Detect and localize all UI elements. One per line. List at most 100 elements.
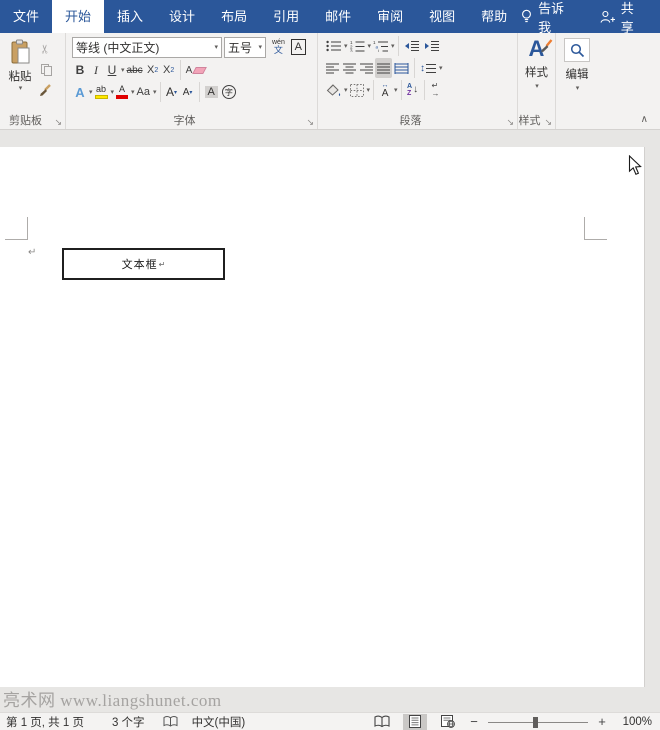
strikethrough-button[interactable]: abc — [125, 60, 145, 80]
text-box-text: 文本框 — [122, 256, 158, 272]
subscript-button[interactable]: X2 — [145, 60, 161, 80]
superscript-button[interactable]: X2 — [161, 60, 177, 80]
line-spacing-button[interactable]: ↕ — [418, 58, 438, 78]
shrink-font-button[interactable]: A▾ — [180, 82, 196, 102]
tab-insert[interactable]: 插入 — [104, 0, 156, 33]
text-effects-button[interactable]: A — [72, 82, 88, 102]
zoom-slider-track — [488, 722, 588, 723]
change-case-dropdown[interactable]: ▾ — [153, 88, 157, 96]
character-shading-button[interactable]: A — [203, 82, 220, 102]
distributed-icon — [394, 63, 409, 74]
enclose-characters-button[interactable]: 字 — [220, 82, 238, 102]
font-dialog-launcher[interactable]: ↘ — [306, 118, 314, 127]
format-painter-button[interactable] — [37, 82, 54, 99]
distributed-button[interactable] — [392, 58, 411, 78]
numbering-icon: 123 — [350, 40, 365, 52]
zoom-out-button[interactable]: − — [469, 714, 479, 729]
tab-home[interactable]: 开始 — [52, 0, 104, 33]
tab-layout[interactable]: 布局 — [208, 0, 260, 33]
page-number-indicator[interactable]: 第 1 页, 共 1 页 — [6, 714, 84, 730]
lightbulb-icon — [520, 9, 533, 24]
read-mode-icon — [374, 715, 390, 728]
down-arrow-icon: ↓ — [413, 85, 418, 95]
tab-file[interactable]: 文件 — [0, 0, 52, 33]
grow-font-button[interactable]: A▾ — [164, 82, 180, 102]
font-color-button[interactable]: A — [114, 82, 130, 102]
decrease-indent-button[interactable] — [402, 36, 422, 56]
font-name-combobox[interactable]: 等线 (中文正文) ▾ — [72, 37, 222, 58]
align-center-button[interactable] — [341, 58, 358, 78]
brush-icon — [540, 39, 553, 54]
zoom-in-button[interactable]: + — [597, 714, 607, 729]
svg-text:i: i — [378, 49, 379, 52]
tell-me-button[interactable]: 告诉我 — [520, 0, 574, 36]
print-layout-button[interactable] — [403, 714, 427, 730]
shading-dropdown[interactable]: ▾ — [344, 86, 348, 94]
text-box[interactable]: 文本框 ↵ — [62, 248, 225, 280]
language-indicator[interactable]: 中文(中国) — [192, 714, 246, 730]
underline-button[interactable]: U — [104, 60, 120, 80]
tab-view[interactable]: 视图 — [416, 0, 468, 33]
share-button[interactable]: 共享 — [600, 0, 644, 36]
italic-button[interactable]: I — [88, 60, 104, 80]
multilevel-list-button[interactable]: 1ai — [371, 36, 390, 56]
clipboard-group: 粘贴 ▾ ✂ 剪贴板 ↘ — [0, 33, 66, 129]
copy-button[interactable] — [37, 61, 54, 78]
increase-indent-button[interactable] — [422, 36, 442, 56]
collapse-ribbon-button[interactable]: ∧ — [641, 114, 648, 125]
document-area: ↵ 文本框 ↵ 亮术网 www.liangshunet.com — [0, 130, 660, 712]
font-size-combobox[interactable]: 五号 ▾ — [224, 37, 266, 58]
scissors-icon: ✂ — [39, 43, 53, 53]
phonetic-guide-button[interactable]: wén文 — [270, 37, 287, 57]
font-group: 等线 (中文正文) ▾ 五号 ▾ wén文 A B I U ▾ abc X2 — [66, 33, 318, 129]
asian-layout-button[interactable]: ↔A — [377, 80, 393, 100]
highlight-button[interactable]: ab — [93, 82, 110, 102]
borders-grid-icon — [350, 84, 364, 97]
paste-button[interactable]: 粘贴 ▾ — [3, 35, 37, 113]
sort-button[interactable]: AZ↓ — [405, 80, 421, 100]
highlight-color-bar — [95, 95, 108, 99]
shading-button[interactable] — [324, 80, 343, 100]
paint-bucket-icon — [326, 84, 341, 97]
borders-button[interactable] — [348, 80, 366, 100]
tab-help[interactable]: 帮助 — [468, 0, 520, 33]
align-right-icon — [360, 63, 373, 74]
numbering-button[interactable]: 123 — [348, 36, 367, 56]
styles-button[interactable]: A 样式 ▾ — [521, 35, 552, 90]
increase-indent-icon — [424, 40, 440, 52]
zoom-slider-thumb[interactable] — [533, 717, 538, 728]
bullets-dropdown[interactable]: ▾ — [344, 42, 348, 50]
document-page[interactable] — [0, 147, 645, 687]
borders-dropdown[interactable]: ▾ — [367, 86, 371, 94]
show-hide-marks-button[interactable]: ↵→ — [428, 80, 444, 100]
tab-references[interactable]: 引用 — [260, 0, 312, 33]
line-spacing-dropdown[interactable]: ▾ — [439, 64, 443, 72]
justify-button[interactable] — [375, 58, 392, 78]
change-case-button[interactable]: Aa — [135, 82, 152, 102]
bold-button[interactable]: B — [72, 60, 88, 80]
styles-dialog-launcher[interactable]: ↘ — [544, 118, 552, 127]
clipboard-dialog-launcher[interactable]: ↘ — [54, 118, 62, 127]
proofing-icon[interactable] — [163, 715, 178, 728]
zoom-slider[interactable] — [488, 715, 588, 729]
multilevel-list-dropdown[interactable]: ▾ — [391, 42, 395, 50]
clear-formatting-button[interactable]: A — [184, 60, 208, 80]
print-layout-icon — [409, 715, 421, 728]
asian-layout-dropdown[interactable]: ▾ — [394, 86, 398, 94]
align-right-button[interactable] — [358, 58, 375, 78]
tab-review[interactable]: 审阅 — [364, 0, 416, 33]
align-left-button[interactable] — [324, 58, 341, 78]
bullets-button[interactable] — [324, 36, 343, 56]
cut-button[interactable]: ✂ — [37, 40, 54, 57]
editing-button[interactable]: 编辑 ▾ — [559, 35, 595, 92]
web-layout-button[interactable] — [436, 714, 460, 730]
read-mode-button[interactable] — [370, 714, 394, 730]
tab-design[interactable]: 设计 — [156, 0, 208, 33]
word-count-indicator[interactable]: 3 个字 — [112, 714, 145, 730]
underline-dropdown[interactable]: ▾ — [121, 66, 125, 74]
character-border-button[interactable]: A — [291, 39, 306, 55]
zoom-level[interactable]: 100% — [616, 716, 652, 728]
paragraph-dialog-launcher[interactable]: ↘ — [506, 118, 514, 127]
tab-mailings[interactable]: 邮件 — [312, 0, 364, 33]
text-effects-dropdown[interactable]: ▾ — [89, 88, 93, 96]
